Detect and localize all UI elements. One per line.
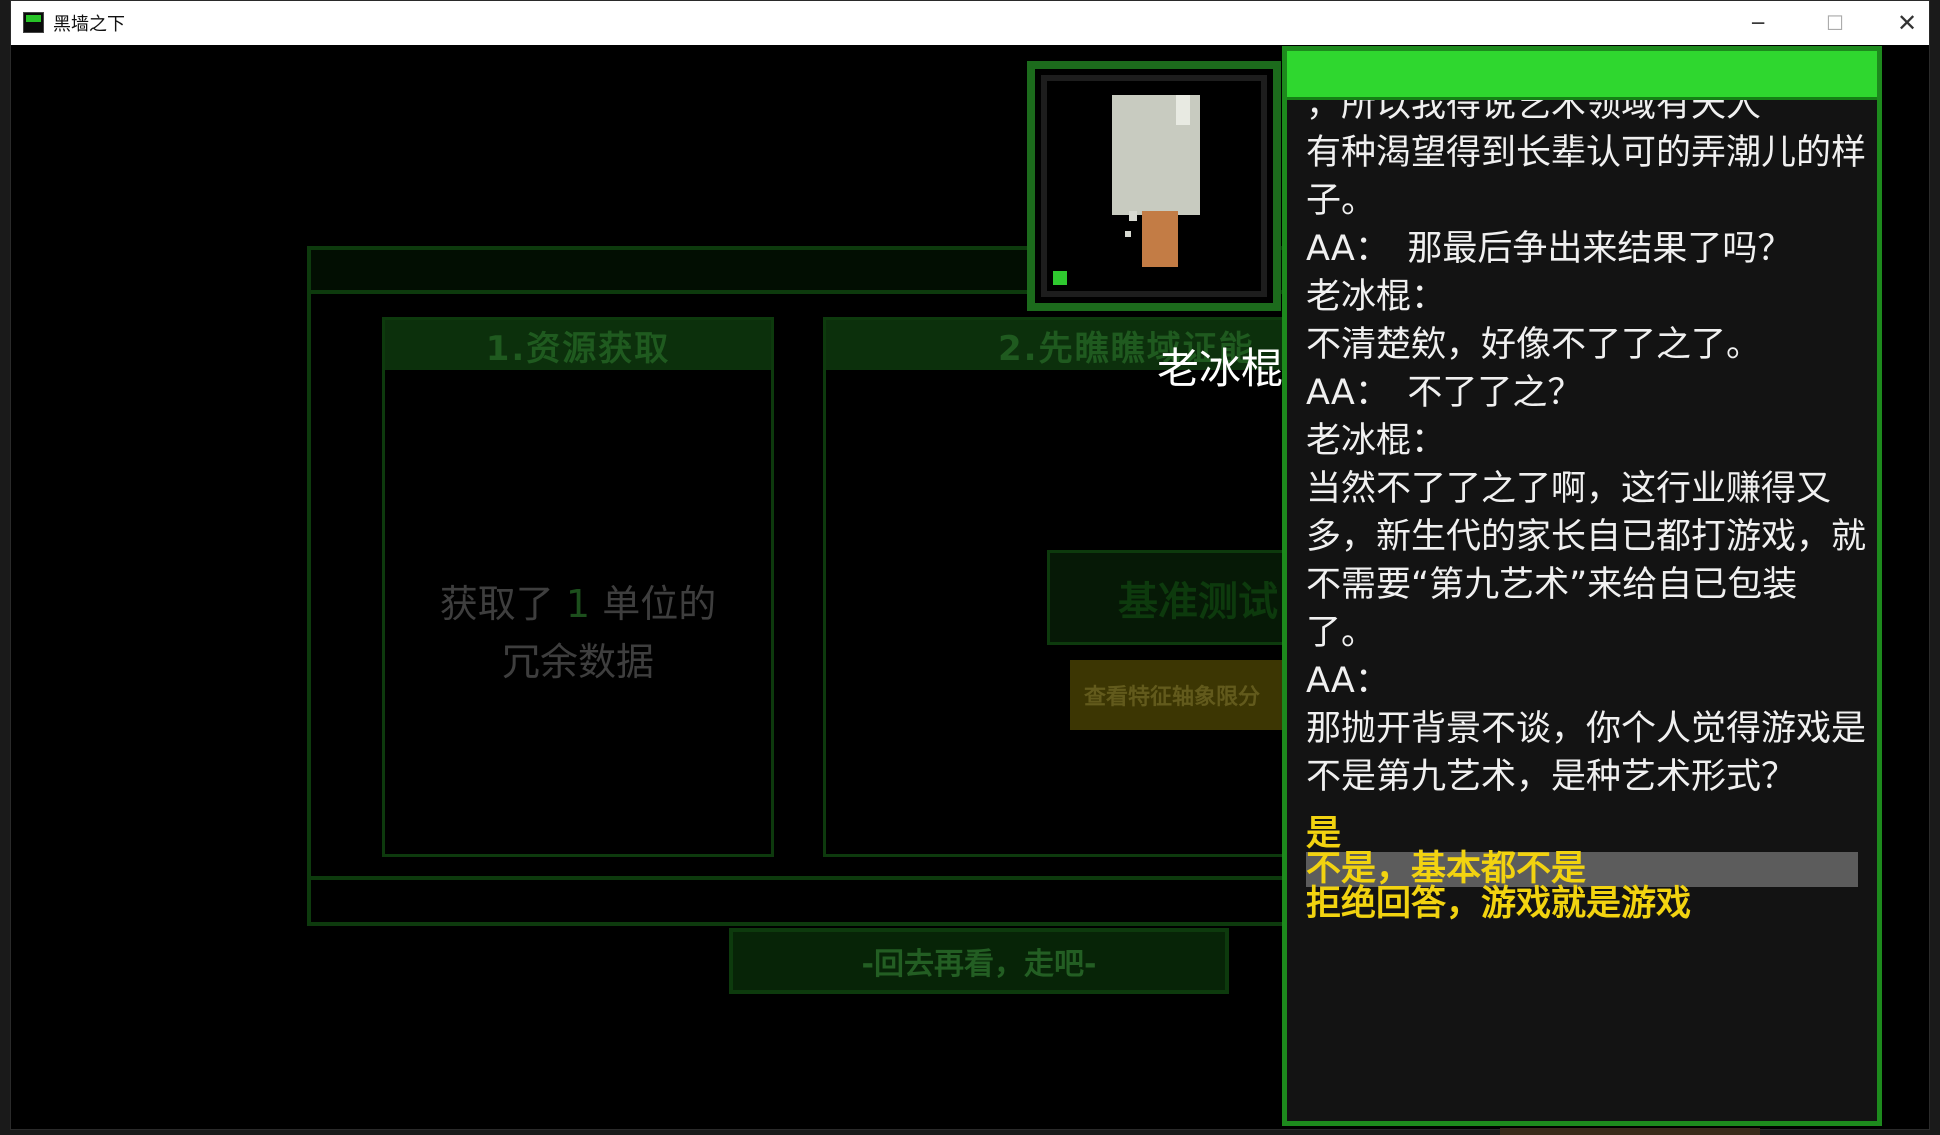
dialog-header-bar — [1287, 51, 1877, 100]
background-window-strip — [1500, 1128, 1760, 1135]
dialog-line: AA： 那最后争出来结果了吗？ — [1306, 229, 1793, 269]
resource-acquire-title: 1.资源获取 — [385, 320, 771, 370]
character-portrait — [1027, 61, 1281, 311]
go-back-button[interactable]: -回去再看，走吧- — [729, 928, 1229, 994]
dialog-line: 有种渴望得到长辈认可的弄潮儿的样子。 — [1306, 133, 1867, 221]
dialog-line: 老冰棍： — [1306, 421, 1447, 461]
acquire-text-suffix: 单位的 — [602, 582, 717, 626]
dialog-line: 那抛开背景不谈，你个人觉得游戏是不是第九艺术，是种艺术形式？ — [1306, 709, 1867, 797]
popsicle-icon — [1041, 75, 1267, 297]
acquire-text-line2: 冗余数据 — [501, 640, 654, 684]
choice-option-yes[interactable]: 是 — [1306, 817, 1858, 852]
dialog-line: 不清楚欸，好像不了了之了。 — [1306, 325, 1762, 365]
minimize-button[interactable]: ─ — [1724, 1, 1792, 45]
dialog-line: 老冰棍： — [1306, 277, 1447, 317]
speaker-name: 老冰棍 — [1157, 344, 1284, 393]
game-view: 1.资源获取 获取了 1 单位的 冗余数据 2.先瞧瞧域证能 基准测试 查看特征… — [11, 45, 1929, 1129]
status-dot-icon — [1053, 271, 1067, 285]
resource-acquire-card: 1.资源获取 获取了 1 单位的 冗余数据 — [382, 317, 774, 857]
choice-option-no[interactable]: 不是，基本都不是 — [1306, 852, 1858, 887]
acquire-count: 1 — [565, 582, 591, 626]
panel-footer-band — [311, 876, 1303, 922]
dialog-line: AA： 不了了之？ — [1306, 373, 1583, 413]
title-bar[interactable]: 黑墙之下 ─ ☐ ✕ — [11, 1, 1929, 46]
window-title: 黑墙之下 — [53, 14, 125, 34]
dialog-line: AA： — [1306, 661, 1390, 701]
acquire-text-prefix: 获取了 — [439, 582, 554, 626]
maximize-button[interactable]: ☐ — [1801, 1, 1869, 45]
dialog-panel[interactable]: ，所以我得说艺术领域有天人 有种渴望得到长辈认可的弄潮儿的样子。 AA： 那最后… — [1282, 46, 1882, 1126]
benchmark-test-button[interactable]: 基准测试 — [1047, 550, 1307, 645]
app-icon — [23, 12, 44, 33]
choice-list: 是 不是，基本都不是 拒绝回答，游戏就是游戏 — [1306, 817, 1858, 922]
game-window: 黑墙之下 ─ ☐ ✕ 1.资源获取 获取了 1 单位的 冗余数据 2.先瞧瞧域证… — [10, 0, 1930, 1130]
choice-option-refuse[interactable]: 拒绝回答，游戏就是游戏 — [1306, 887, 1858, 922]
close-button[interactable]: ✕ — [1873, 1, 1940, 45]
dialog-log: ，所以我得说艺术领域有天人 有种渴望得到长辈认可的弄潮儿的样子。 AA： 那最后… — [1306, 81, 1866, 801]
acquire-result-text: 获取了 1 单位的 冗余数据 — [385, 575, 771, 691]
dialog-line: 当然不了了之了啊，这行业赚得又多，新生代的家长自已都打游戏，就不需要“第九艺术”… — [1306, 469, 1867, 653]
